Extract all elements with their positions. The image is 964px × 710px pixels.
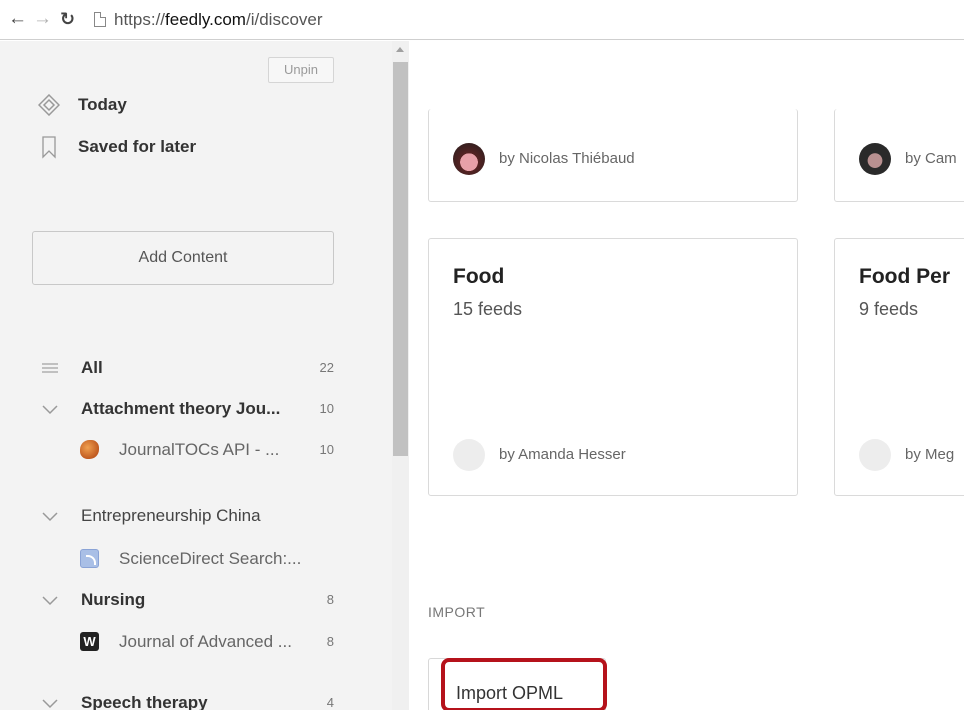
url-path: /i/discover bbox=[245, 10, 323, 29]
collection-card[interactable]: by Nicolas Thiébaud bbox=[428, 109, 798, 202]
sidebar-feed-journaltocs[interactable]: JournalTOCs API - ... 10 bbox=[80, 438, 340, 462]
avatar bbox=[859, 439, 891, 471]
chevron-down-icon[interactable] bbox=[40, 590, 60, 610]
unread-count: 10 bbox=[319, 401, 334, 416]
avatar bbox=[453, 143, 485, 175]
forward-arrow-icon[interactable]: → bbox=[33, 9, 52, 29]
today-label: Today bbox=[78, 95, 127, 114]
add-content-button[interactable]: Add Content bbox=[32, 231, 334, 285]
journaltocs-favicon bbox=[80, 440, 99, 459]
sidebar-item-label: Speech therapy bbox=[81, 693, 208, 710]
collection-title: Food Per bbox=[859, 265, 951, 288]
url-field[interactable]: https://feedly.com/i/discover bbox=[114, 10, 323, 30]
chevron-down-icon[interactable] bbox=[40, 693, 60, 710]
scroll-up-arrow-icon[interactable] bbox=[396, 47, 404, 52]
sidebar-item-label: ScienceDirect Search:... bbox=[119, 549, 302, 568]
unread-count: 22 bbox=[319, 360, 334, 375]
sidebar-item-entrepreneurship-china[interactable]: Entrepreneurship China bbox=[40, 504, 340, 528]
sidebar-item-attachment-theory[interactable]: Attachment theory Jou... 10 bbox=[40, 397, 340, 421]
unread-count: 10 bbox=[319, 442, 334, 457]
sidebar-item-nursing[interactable]: Nursing 8 bbox=[40, 588, 340, 612]
import-opml-label: Import OPML bbox=[456, 683, 564, 703]
nav-today[interactable]: Today bbox=[38, 93, 127, 117]
back-arrow-icon[interactable]: ← bbox=[8, 9, 27, 29]
unread-count: 8 bbox=[326, 634, 334, 649]
unread-count: 8 bbox=[326, 592, 334, 607]
rss-favicon bbox=[80, 549, 99, 568]
import-opml-button[interactable]: Import OPML bbox=[428, 658, 606, 710]
sidebar-item-label: All bbox=[81, 358, 103, 377]
scrollbar-thumb[interactable] bbox=[393, 62, 408, 456]
sidebar-item-speech-therapy[interactable]: Speech therapy 4 bbox=[40, 691, 340, 710]
curator-byline: by Amanda Hesser bbox=[499, 446, 626, 463]
curator-byline: by Meg bbox=[905, 446, 955, 463]
browser-address-bar: ← → ↻ https://feedly.com/i/discover bbox=[0, 0, 964, 40]
collection-card[interactable]: by Cam bbox=[834, 109, 964, 202]
chevron-down-icon[interactable] bbox=[40, 399, 60, 419]
curator-byline: by Nicolas Thiébaud bbox=[499, 150, 635, 167]
sidebar-item-label: JournalTOCs API - ... bbox=[119, 440, 280, 459]
sidebar-item-label: Journal of Advanced ... bbox=[119, 632, 292, 651]
import-section-label: IMPORT bbox=[428, 604, 486, 620]
unread-count: 4 bbox=[326, 695, 334, 710]
list-icon bbox=[40, 358, 60, 378]
collection-card-food-per[interactable]: Food Per 9 feeds by Meg bbox=[834, 238, 964, 496]
discover-main: by Nicolas Thiébaud by Cam Food 15 feeds… bbox=[409, 41, 964, 710]
sidebar-item-label: Attachment theory Jou... bbox=[81, 399, 281, 418]
sidebar-item-label: Entrepreneurship China bbox=[81, 506, 261, 525]
avatar bbox=[453, 439, 485, 471]
bookmark-icon bbox=[38, 135, 60, 159]
sidebar-scrollbar[interactable] bbox=[392, 41, 409, 710]
page-icon bbox=[94, 12, 106, 27]
url-host: feedly.com bbox=[165, 10, 246, 29]
sidebar-feed-journal-advanced[interactable]: W Journal of Advanced ... 8 bbox=[80, 630, 340, 654]
saved-for-later-label: Saved for later bbox=[78, 137, 197, 156]
sidebar-feed-sciencedirect[interactable]: ScienceDirect Search:... bbox=[80, 547, 340, 571]
collection-feed-count: 15 feeds bbox=[453, 299, 523, 319]
sidebar-item-all[interactable]: All 22 bbox=[40, 356, 340, 380]
unpin-button[interactable]: Unpin bbox=[268, 57, 334, 83]
sidebar-item-label: Nursing bbox=[81, 590, 146, 609]
today-icon bbox=[38, 94, 60, 116]
collection-feed-count: 9 feeds bbox=[859, 299, 919, 319]
collection-title: Food bbox=[453, 265, 505, 288]
collection-card-food[interactable]: Food 15 feeds by Amanda Hesser bbox=[428, 238, 798, 496]
sidebar: Unpin Today Saved for later Add Content … bbox=[0, 41, 392, 710]
nav-saved-for-later[interactable]: Saved for later bbox=[38, 135, 196, 159]
url-scheme: https:// bbox=[114, 10, 166, 29]
reload-icon[interactable]: ↻ bbox=[60, 9, 75, 29]
chevron-down-icon[interactable] bbox=[40, 506, 60, 526]
avatar bbox=[859, 143, 891, 175]
w-favicon: W bbox=[80, 632, 99, 651]
curator-byline: by Cam bbox=[905, 150, 957, 167]
